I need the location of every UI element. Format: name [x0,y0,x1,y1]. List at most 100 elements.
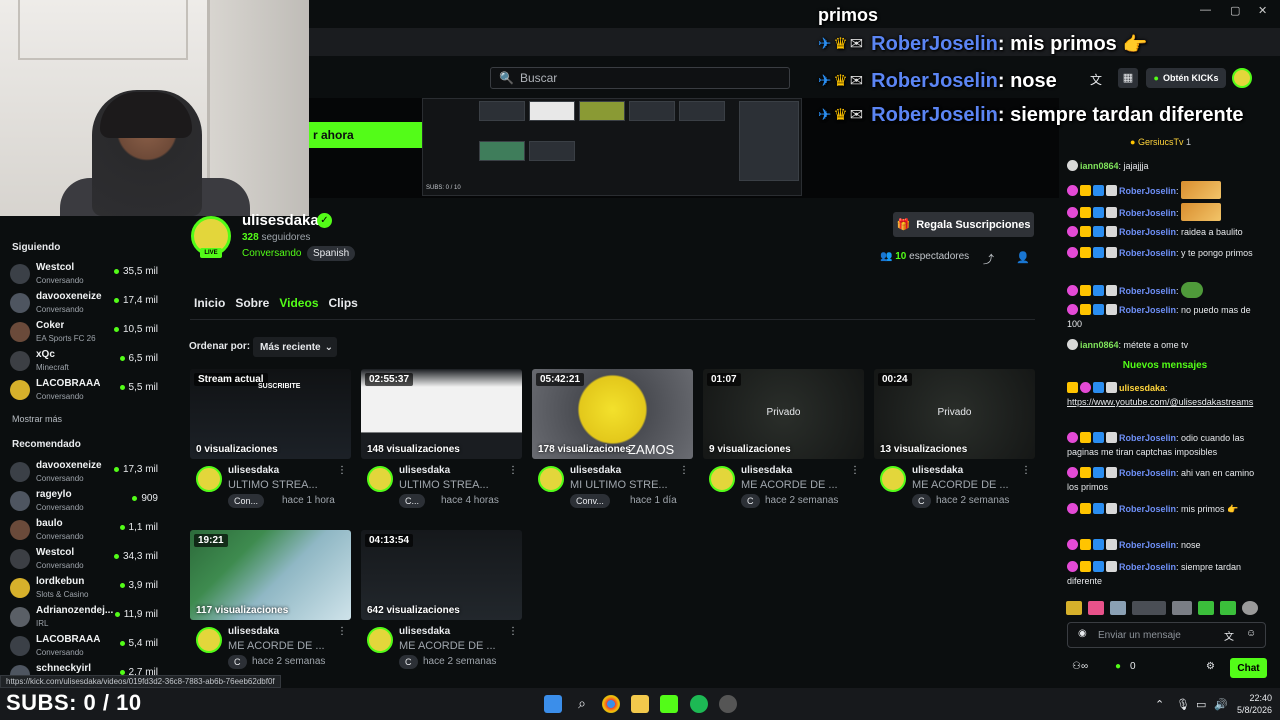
tab-clips[interactable]: Clips [329,296,358,310]
emote-icon[interactable] [1242,601,1258,615]
sidebar-channel-item[interactable]: davooxeneize Conversando 17,4 mil [10,289,162,317]
layout-icon[interactable]: ▦ [1118,68,1138,88]
sidebar-channel-item[interactable]: LACOBRAAA Conversando 5,5 mil [10,376,162,404]
video-category-chip[interactable]: C [741,494,760,508]
sidebar-channel-item[interactable]: davooxeneize Conversando 17,3 mil [10,458,162,486]
video-channel-name[interactable]: ulisesdaka [399,626,450,637]
emote-icon[interactable] [1088,601,1104,615]
video-card[interactable]: 19:21 117 visualizaciones ulisesdaka ⋮ ME AC… [190,530,351,680]
chat-username[interactable]: RoberJoselin [1119,286,1176,296]
sidebar-channel-item[interactable]: Westcol Conversando 35,5 mil [10,260,162,288]
video-thumbnail[interactable]: 00:24 Privado 13 visualizaciones [874,369,1035,459]
search-icon[interactable]: ⌕ [573,695,591,713]
video-thumbnail[interactable]: 04:13:54 642 visualizaciones [361,530,522,620]
tab-videos[interactable]: Videos [279,296,318,310]
search-input[interactable]: 🔍 Buscar [490,67,790,89]
chat-username[interactable]: RoberJoselin [1119,186,1176,196]
video-title[interactable]: ME ACORDE DE ... [912,479,1009,491]
kick-app-icon[interactable] [660,695,678,713]
maximize-icon[interactable]: ▢ [1230,4,1240,17]
more-options-icon[interactable]: ⋮ [337,626,347,637]
more-options-icon[interactable]: ⋮ [1021,465,1031,476]
chat-input[interactable]: ◉ Enviar un mensaje 文 ☺ [1067,622,1266,648]
emote-icon[interactable] [1220,601,1236,615]
folder-icon[interactable] [631,695,649,713]
video-card[interactable]: Stream actual SUSCRIBITE 0 visualizaciones… [190,369,351,519]
video-title[interactable]: ULTIMO STREA... [399,479,489,491]
microphone-icon[interactable]: 🎙 [1176,698,1190,711]
tab-sobre[interactable]: Sobre [235,296,269,310]
video-card[interactable]: 05:42:21 ZAMOS 178 visualizaciones ulisesda… [532,369,693,519]
show-more-link[interactable]: Mostrar más [12,414,62,424]
sidebar-channel-item[interactable]: LACOBRAAA Conversando 5,4 mil [10,632,162,660]
emoji-icon[interactable]: ☺ [1246,628,1256,639]
sidebar-channel-item[interactable]: baulo Conversando 1,1 mil [10,516,162,544]
more-options-icon[interactable]: ⋮ [679,465,689,476]
video-channel-avatar[interactable] [709,466,735,492]
video-channel-avatar[interactable] [880,466,906,492]
sidebar-channel-item[interactable]: Westcol Conversando 34,3 mil [10,545,162,573]
taskbar-clock[interactable]: 22:40 5/8/2026 [1232,692,1272,716]
video-card[interactable]: 00:24 Privado 13 visualizaciones ulisesdaka… [874,369,1035,519]
chat-username[interactable]: RoberJoselin [1119,208,1176,218]
video-title[interactable]: ME ACORDE DE ... [741,479,838,491]
video-channel-name[interactable]: ulisesdaka [741,465,792,476]
chat-username[interactable]: RoberJoselin [1119,468,1176,478]
video-category-chip[interactable]: C... [399,494,426,508]
windows-start-icon[interactable] [544,695,562,713]
share-icon[interactable]: ⤴ [983,251,994,267]
more-options-icon[interactable]: ⋮ [337,465,347,476]
sidebar-channel-item[interactable]: lordkebun Slots & Casino 3,9 mil [10,574,162,602]
more-options-icon[interactable]: ⋮ [508,465,518,476]
chat-username[interactable]: iann0864 [1080,161,1119,171]
chat-link[interactable]: https://www.youtube.com/@ulisesdakastrea… [1067,397,1253,407]
video-channel-avatar[interactable] [367,466,393,492]
emote-icon[interactable] [1110,601,1126,615]
video-channel-avatar[interactable] [367,627,393,653]
chat-username[interactable]: RoberJoselin [1119,540,1176,550]
more-options-icon[interactable]: ⋮ [850,465,860,476]
chat-username[interactable]: iann0864 [1080,340,1119,350]
video-category-chip[interactable]: Conv... [570,494,610,508]
sort-dropdown[interactable]: Más reciente ⌄ [253,337,337,357]
sidebar-channel-item[interactable]: rageylo Conversando 909 [10,487,162,515]
video-category-chip[interactable]: Con... [228,494,265,508]
chat-username[interactable]: RoberJoselin [1119,562,1176,572]
video-card[interactable]: 01:07 Privado 9 visualizaciones ulisesdaka ⋮… [703,369,864,519]
more-options-icon[interactable]: ⋮ [508,626,518,637]
video-channel-avatar[interactable] [196,466,222,492]
video-thumbnail[interactable]: 01:07 Privado 9 visualizaciones [703,369,864,459]
spotify-icon[interactable] [690,695,708,713]
banner-cta-button[interactable]: r ahora [309,122,423,148]
video-category-chip[interactable]: C [228,655,247,669]
new-messages-divider[interactable]: Nuevos mensajes [1100,360,1230,371]
get-kicks-button[interactable]: ● Obtén KICKs [1146,68,1226,88]
emote-icon[interactable] [1198,601,1214,615]
chat-username[interactable]: RoberJoselin [1119,433,1176,443]
chat-username[interactable]: RoberJoselin [1119,305,1176,315]
network-icon[interactable]: ▭ [1196,698,1206,711]
close-icon[interactable]: ✕ [1258,4,1267,17]
chevron-up-icon[interactable]: ⌃ [1155,698,1164,711]
emote-icon[interactable] [1172,601,1192,615]
tab-inicio[interactable]: Inicio [194,296,225,310]
stream-category[interactable]: Conversando [242,248,301,259]
video-thumbnail[interactable]: 19:21 117 visualizaciones [190,530,351,620]
video-channel-name[interactable]: ulisesdaka [228,465,279,476]
video-channel-avatar[interactable] [196,627,222,653]
sidebar-channel-item[interactable]: Coker EA Sports FC 26 10,5 mil [10,318,162,346]
gift-subs-button[interactable]: 🎁 Regala Suscripciones [893,212,1034,237]
video-channel-name[interactable]: ulisesdaka [228,626,279,637]
video-channel-name[interactable]: ulisesdaka [399,465,450,476]
video-thumbnail[interactable]: 02:55:37 148 visualizaciones [361,369,522,459]
video-thumbnail[interactable]: Stream actual SUSCRIBITE 0 visualizaciones [190,369,351,459]
language-tag[interactable]: Spanish [307,246,356,261]
follow-user-icon[interactable]: 👤 [1016,251,1030,264]
chat-username[interactable]: ulisesdaka [1119,383,1165,393]
volume-icon[interactable]: 🔊 [1214,698,1228,711]
chat-send-button[interactable]: Chat [1230,658,1267,678]
chat-username[interactable]: RoberJoselin [1119,227,1176,237]
video-category-chip[interactable]: C [912,494,931,508]
users-icon[interactable]: ⚇∞ [1072,661,1088,672]
gear-icon[interactable]: ⚙ [1206,661,1215,672]
